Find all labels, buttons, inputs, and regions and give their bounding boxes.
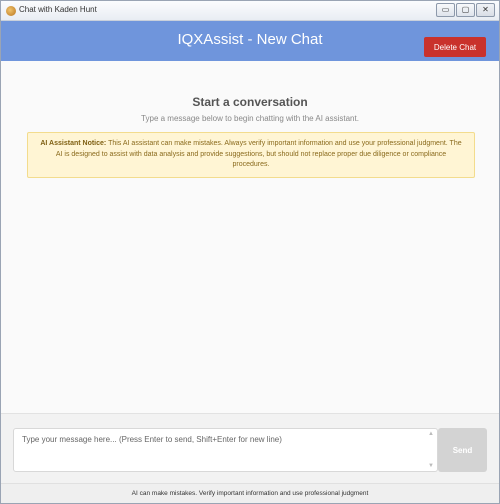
delete-chat-button[interactable]: Delete Chat <box>424 37 486 57</box>
send-button[interactable]: Send <box>438 428 487 472</box>
app-icon <box>6 6 16 16</box>
message-input[interactable]: Type your message here... (Press Enter t… <box>13 428 438 472</box>
window-title: Chat with Kaden Hunt <box>19 5 97 14</box>
window-titlebar[interactable]: Chat with Kaden Hunt ▭ ▢ ✕ <box>1 1 499 21</box>
composer: Type your message here... (Press Enter t… <box>1 413 499 483</box>
notice-body: This AI assistant can make mistakes. Alw… <box>55 140 462 168</box>
notice-title: AI Assistant Notice: <box>40 140 107 147</box>
empty-state-subheading: Type a message below to begin chatting w… <box>141 114 359 123</box>
minimize-button[interactable]: ▭ <box>436 3 455 17</box>
app-header: IQXAssist - New Chat Delete Chat <box>1 21 499 61</box>
close-button[interactable]: ✕ <box>476 3 495 17</box>
app-window: Chat with Kaden Hunt ▭ ▢ ✕ IQXAssist - N… <box>0 0 500 504</box>
disclaimer-footer: AI can make mistakes. Verify important i… <box>1 483 499 503</box>
input-scrollbar[interactable]: ▲ ▼ <box>427 431 435 469</box>
empty-state-heading: Start a conversation <box>192 95 308 109</box>
scroll-up-icon[interactable]: ▲ <box>428 431 434 437</box>
maximize-button[interactable]: ▢ <box>456 3 475 17</box>
message-placeholder: Type your message here... (Press Enter t… <box>22 435 282 444</box>
chat-area: Start a conversation Type a message belo… <box>1 61 499 413</box>
window-controls: ▭ ▢ ✕ <box>436 3 495 17</box>
scroll-down-icon[interactable]: ▼ <box>428 463 434 469</box>
ai-notice-banner: AI Assistant Notice: This AI assistant c… <box>27 132 475 178</box>
